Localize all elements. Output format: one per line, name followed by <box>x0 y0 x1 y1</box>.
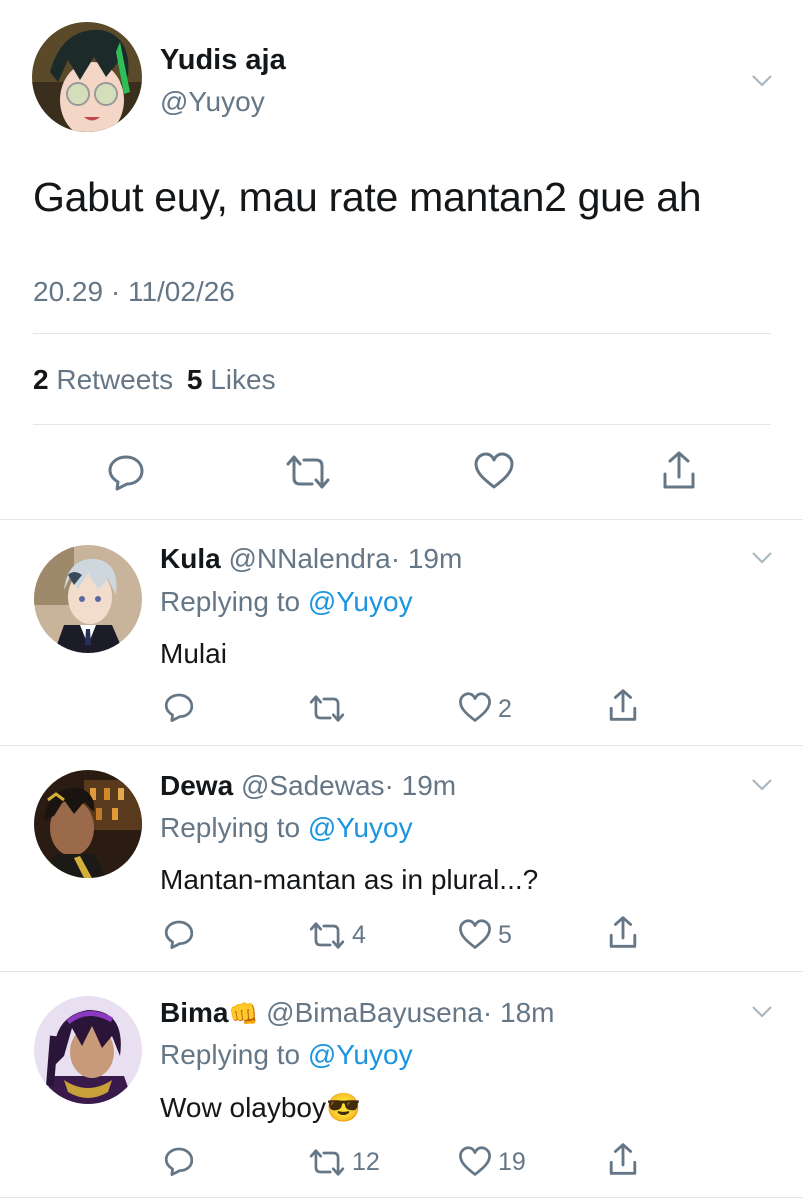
retweet-icon[interactable] <box>308 921 346 950</box>
retweet-icon[interactable] <box>308 694 346 723</box>
chevron-down-icon[interactable] <box>751 74 773 88</box>
reply-time: · 19m <box>390 543 463 574</box>
chevron-down-icon[interactable] <box>751 778 773 792</box>
share-icon[interactable] <box>607 688 639 722</box>
main-timestamp: 20.29 · 11/02/26 <box>33 276 235 307</box>
divider <box>0 745 803 746</box>
reply-icon[interactable] <box>163 691 195 723</box>
share-icon[interactable] <box>607 1142 639 1176</box>
replying-to-label: Replying to <box>160 1039 301 1070</box>
avatar-kula[interactable] <box>34 545 142 653</box>
reply-display-name[interactable]: Kula <box>160 543 221 574</box>
fist-emoji: 👊 <box>228 1001 259 1028</box>
retweet-icon[interactable] <box>308 1148 346 1177</box>
like-count: 19 <box>498 1148 526 1176</box>
reply-time: · 19m <box>384 770 457 801</box>
retweet-count: 4 <box>352 921 366 949</box>
likes-label[interactable]: Likes <box>210 364 275 395</box>
share-icon[interactable] <box>660 450 698 490</box>
reply-icon[interactable] <box>163 918 195 950</box>
replying-to: Replying to @Yuyoy <box>160 812 413 844</box>
like-icon[interactable] <box>473 452 515 490</box>
reply-time: · 18m <box>482 997 555 1028</box>
reply-handle[interactable]: @NNalendra <box>228 543 390 574</box>
reply-header: Kula @NNalendra· 19m <box>160 543 462 575</box>
reply-icon[interactable] <box>106 452 146 492</box>
reply-handle[interactable]: @BimaBayusena <box>266 997 483 1028</box>
replying-to-label: Replying to <box>160 586 301 617</box>
replying-to-label: Replying to <box>160 812 301 843</box>
share-icon[interactable] <box>607 915 639 949</box>
like-icon[interactable] <box>458 919 492 950</box>
divider <box>0 1197 803 1198</box>
main-tweet-text: Gabut euy, mau rate mantan2 gue ah <box>33 174 702 220</box>
retweets-count[interactable]: 2 <box>33 364 49 395</box>
reply-display-name[interactable]: Dewa <box>160 770 233 801</box>
reply-text: Mantan-mantan as in plural...? <box>160 864 539 895</box>
replying-to: Replying to @Yuyoy <box>160 1039 413 1071</box>
replying-to-handle[interactable]: @Yuyoy <box>308 1039 413 1070</box>
sunglasses-emoji: 😎 <box>326 1092 361 1123</box>
main-stats: 2 Retweets 5 Likes <box>33 364 276 396</box>
like-count: 5 <box>498 921 512 949</box>
main-display-name[interactable]: Yudis aja <box>160 44 286 77</box>
like-icon[interactable] <box>458 1146 492 1177</box>
main-handle[interactable]: @Yuyoy <box>160 86 265 118</box>
like-count: 2 <box>498 695 512 723</box>
retweets-label[interactable]: Retweets <box>56 364 173 395</box>
reply-header: Dewa @Sadewas· 19m <box>160 770 456 802</box>
retweet-count: 12 <box>352 1148 380 1176</box>
replying-to-handle[interactable]: @Yuyoy <box>308 812 413 843</box>
divider <box>0 971 803 972</box>
avatar-yudis[interactable] <box>32 22 142 132</box>
retweet-icon[interactable] <box>284 454 332 490</box>
replying-to: Replying to @Yuyoy <box>160 586 413 618</box>
avatar-dewa[interactable] <box>34 770 142 878</box>
reply-text-row: Wow olayboy😎 <box>160 1091 361 1124</box>
reply-icon[interactable] <box>163 1145 195 1177</box>
likes-count[interactable]: 5 <box>187 364 203 395</box>
chevron-down-icon[interactable] <box>751 551 773 565</box>
chevron-down-icon[interactable] <box>751 1005 773 1019</box>
like-icon[interactable] <box>458 692 492 723</box>
divider <box>33 333 771 334</box>
reply-text: Wow olayboy <box>160 1092 327 1123</box>
divider <box>0 519 803 520</box>
reply-handle[interactable]: @Sadewas <box>241 770 385 801</box>
divider <box>33 424 771 425</box>
avatar-bima[interactable] <box>34 996 142 1104</box>
reply-header: Bima👊 @BimaBayusena· 18m <box>160 997 554 1029</box>
reply-text: Mulai <box>160 638 227 669</box>
replying-to-handle[interactable]: @Yuyoy <box>308 586 413 617</box>
reply-display-name[interactable]: Bima <box>160 997 228 1028</box>
